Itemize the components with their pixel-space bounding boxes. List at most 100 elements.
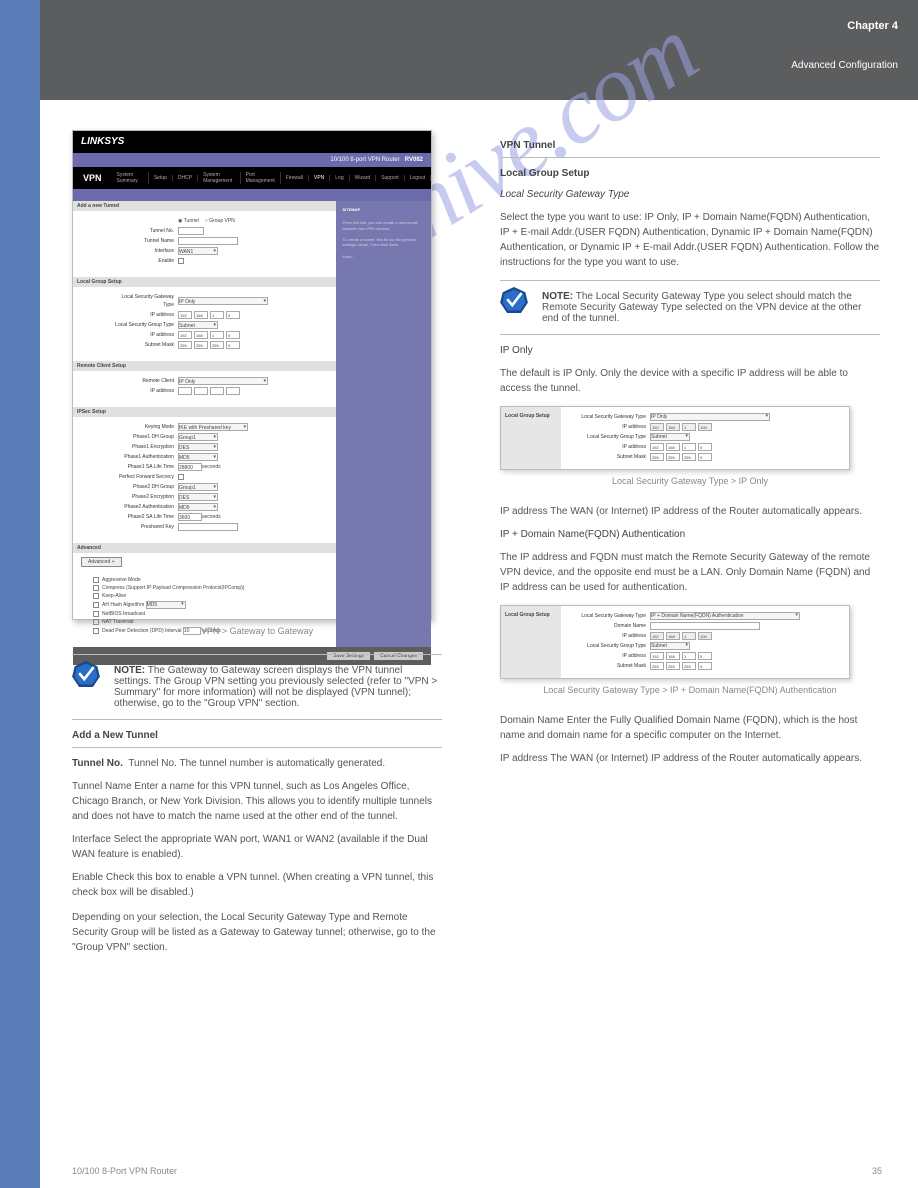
sitemap-label: SITEMAP: [342, 207, 425, 212]
cb-nat[interactable]: [93, 619, 99, 625]
device-titlebar: 10/100 8-port VPN Router RV082: [73, 153, 431, 167]
footer-page-num: 35: [872, 1166, 882, 1176]
nav-section-title: VPN: [73, 173, 112, 183]
p1life-input[interactable]: 28800: [178, 463, 202, 471]
label-p1enc: Phase1 Encryption: [113, 443, 178, 451]
ip-octet[interactable]: [178, 387, 192, 395]
nav-item[interactable]: Setup: [149, 175, 173, 181]
advanced-toggle-button[interactable]: Advanced +: [81, 557, 122, 567]
keying-select[interactable]: IKE with Preshared key: [178, 423, 248, 431]
cb-compress[interactable]: [93, 585, 99, 591]
label-remote-client: Remote Client: [113, 377, 178, 385]
ip-octet[interactable]: 1: [682, 652, 696, 660]
mask-octet[interactable]: 255: [666, 453, 680, 461]
mini-lsgt-select[interactable]: IP Only: [650, 413, 770, 421]
ip-octet[interactable]: 168: [194, 331, 208, 339]
ip-octet[interactable]: 168: [194, 311, 208, 319]
nav-item[interactable]: DHCP: [173, 175, 198, 181]
page-footer: 10/100 8-Port VPN Router 35: [72, 1166, 882, 1176]
mini2-lsgtype-select[interactable]: Subnet: [650, 642, 690, 650]
mask-octet[interactable]: 255: [178, 341, 192, 349]
nav-item[interactable]: System Summary: [112, 172, 149, 184]
tunnel-no-input[interactable]: [178, 227, 204, 235]
p2dh-select[interactable]: Group1: [178, 483, 218, 491]
label-compress: Compress (Support IP Payload Compression…: [102, 585, 244, 591]
nav-item[interactable]: Support: [376, 175, 405, 181]
tunnel-name-input[interactable]: [178, 237, 238, 245]
interface-select[interactable]: WAN1: [178, 247, 218, 255]
remote-client-select[interactable]: IP Only: [178, 377, 268, 385]
ip-octet: 192: [650, 632, 664, 640]
cb-keepalive[interactable]: [93, 593, 99, 599]
nav-item[interactable]: Wizard: [350, 175, 377, 181]
ip-octet[interactable]: [226, 387, 240, 395]
radio-group-vpn[interactable]: Group VPN: [209, 218, 235, 224]
pfs-checkbox[interactable]: [178, 474, 184, 480]
top-header-bar: Chapter 4 Advanced Configuration: [40, 0, 918, 100]
mask-octet[interactable]: 0: [698, 662, 712, 670]
p1enc-select[interactable]: DES: [178, 443, 218, 451]
label-p1dh: Phase1 DH Group: [113, 433, 178, 441]
nav-item[interactable]: Firewall: [281, 175, 309, 181]
ip-octet: 100: [698, 423, 712, 431]
chapter-number: Chapter 4: [847, 20, 898, 32]
ip-octet[interactable]: [210, 387, 224, 395]
field-ip-auto2: IP address The WAN (or Internet) IP addr…: [500, 751, 880, 766]
ip-octet: 1: [682, 632, 696, 640]
radio-tunnel[interactable]: Tunnel: [184, 218, 199, 224]
mini-section-label: Local Group Setup: [501, 407, 561, 469]
ip-octet[interactable]: 192: [178, 311, 192, 319]
mask-octet[interactable]: 255: [682, 453, 696, 461]
label-tunnel-name: Tunnel Name: [113, 237, 178, 245]
mini-lsgtype-select[interactable]: Subnet: [650, 433, 690, 441]
cb-aggressive[interactable]: [93, 577, 99, 583]
cb-dpd[interactable]: [93, 628, 99, 634]
ip-octet[interactable]: 0: [698, 652, 712, 660]
mask-octet[interactable]: 255: [650, 453, 664, 461]
nav-item[interactable]: Log: [330, 175, 349, 181]
ip-octet[interactable]: 168: [666, 652, 680, 660]
ip-octet[interactable]: 0: [226, 311, 240, 319]
ip-octet[interactable]: [194, 387, 208, 395]
label-psk: Preshared Key: [113, 523, 178, 531]
ah-select[interactable]: MD5: [146, 601, 186, 609]
enable-checkbox[interactable]: [178, 258, 184, 264]
label-pfs: Perfect Forward Secrecy: [113, 473, 178, 481]
cb-netbios[interactable]: [93, 611, 99, 617]
ip-octet[interactable]: 1: [682, 443, 696, 451]
ip-octet[interactable]: 168: [666, 443, 680, 451]
ip-octet[interactable]: 1: [210, 331, 224, 339]
dpd-input[interactable]: 10: [183, 627, 201, 635]
nav-item[interactable]: System Management: [198, 172, 241, 184]
ip-octet[interactable]: 0: [226, 331, 240, 339]
lsgtype-select[interactable]: Subnet: [178, 321, 218, 329]
mini-label-lsgt: Local Security Gateway Type: [565, 414, 650, 420]
p1auth-select[interactable]: MD5: [178, 453, 218, 461]
ip-octet[interactable]: 192: [650, 652, 664, 660]
nav-item[interactable]: VPN: [309, 175, 330, 181]
psk-input[interactable]: [178, 523, 238, 531]
mask-octet[interactable]: 255: [650, 662, 664, 670]
mask-octet[interactable]: 255: [210, 341, 224, 349]
units-seconds2: seconds: [202, 513, 221, 521]
mini2-lsgt-select[interactable]: IP + Domain Name(FQDN) Authentication: [650, 612, 800, 620]
ip-octet[interactable]: 192: [178, 331, 192, 339]
p2enc-select[interactable]: DES: [178, 493, 218, 501]
mask-octet[interactable]: 255: [666, 662, 680, 670]
p2auth-select[interactable]: MD5: [178, 503, 218, 511]
ip-octet[interactable]: 192: [650, 443, 664, 451]
device-model: RV082: [405, 157, 423, 163]
mask-octet[interactable]: 0: [698, 453, 712, 461]
mask-octet[interactable]: 255: [682, 662, 696, 670]
mask-octet[interactable]: 255: [194, 341, 208, 349]
lsgt-select[interactable]: IP Only: [178, 297, 268, 305]
cb-ah[interactable]: [93, 602, 99, 608]
nav-item[interactable]: Logout: [405, 175, 431, 181]
p2life-input[interactable]: 3600: [178, 513, 202, 521]
domain-input[interactable]: [650, 622, 760, 630]
mask-octet[interactable]: 0: [226, 341, 240, 349]
ip-octet[interactable]: 0: [698, 443, 712, 451]
p1dh-select[interactable]: Group1: [178, 433, 218, 441]
nav-item[interactable]: Port Management: [241, 172, 281, 184]
ip-octet[interactable]: 1: [210, 311, 224, 319]
